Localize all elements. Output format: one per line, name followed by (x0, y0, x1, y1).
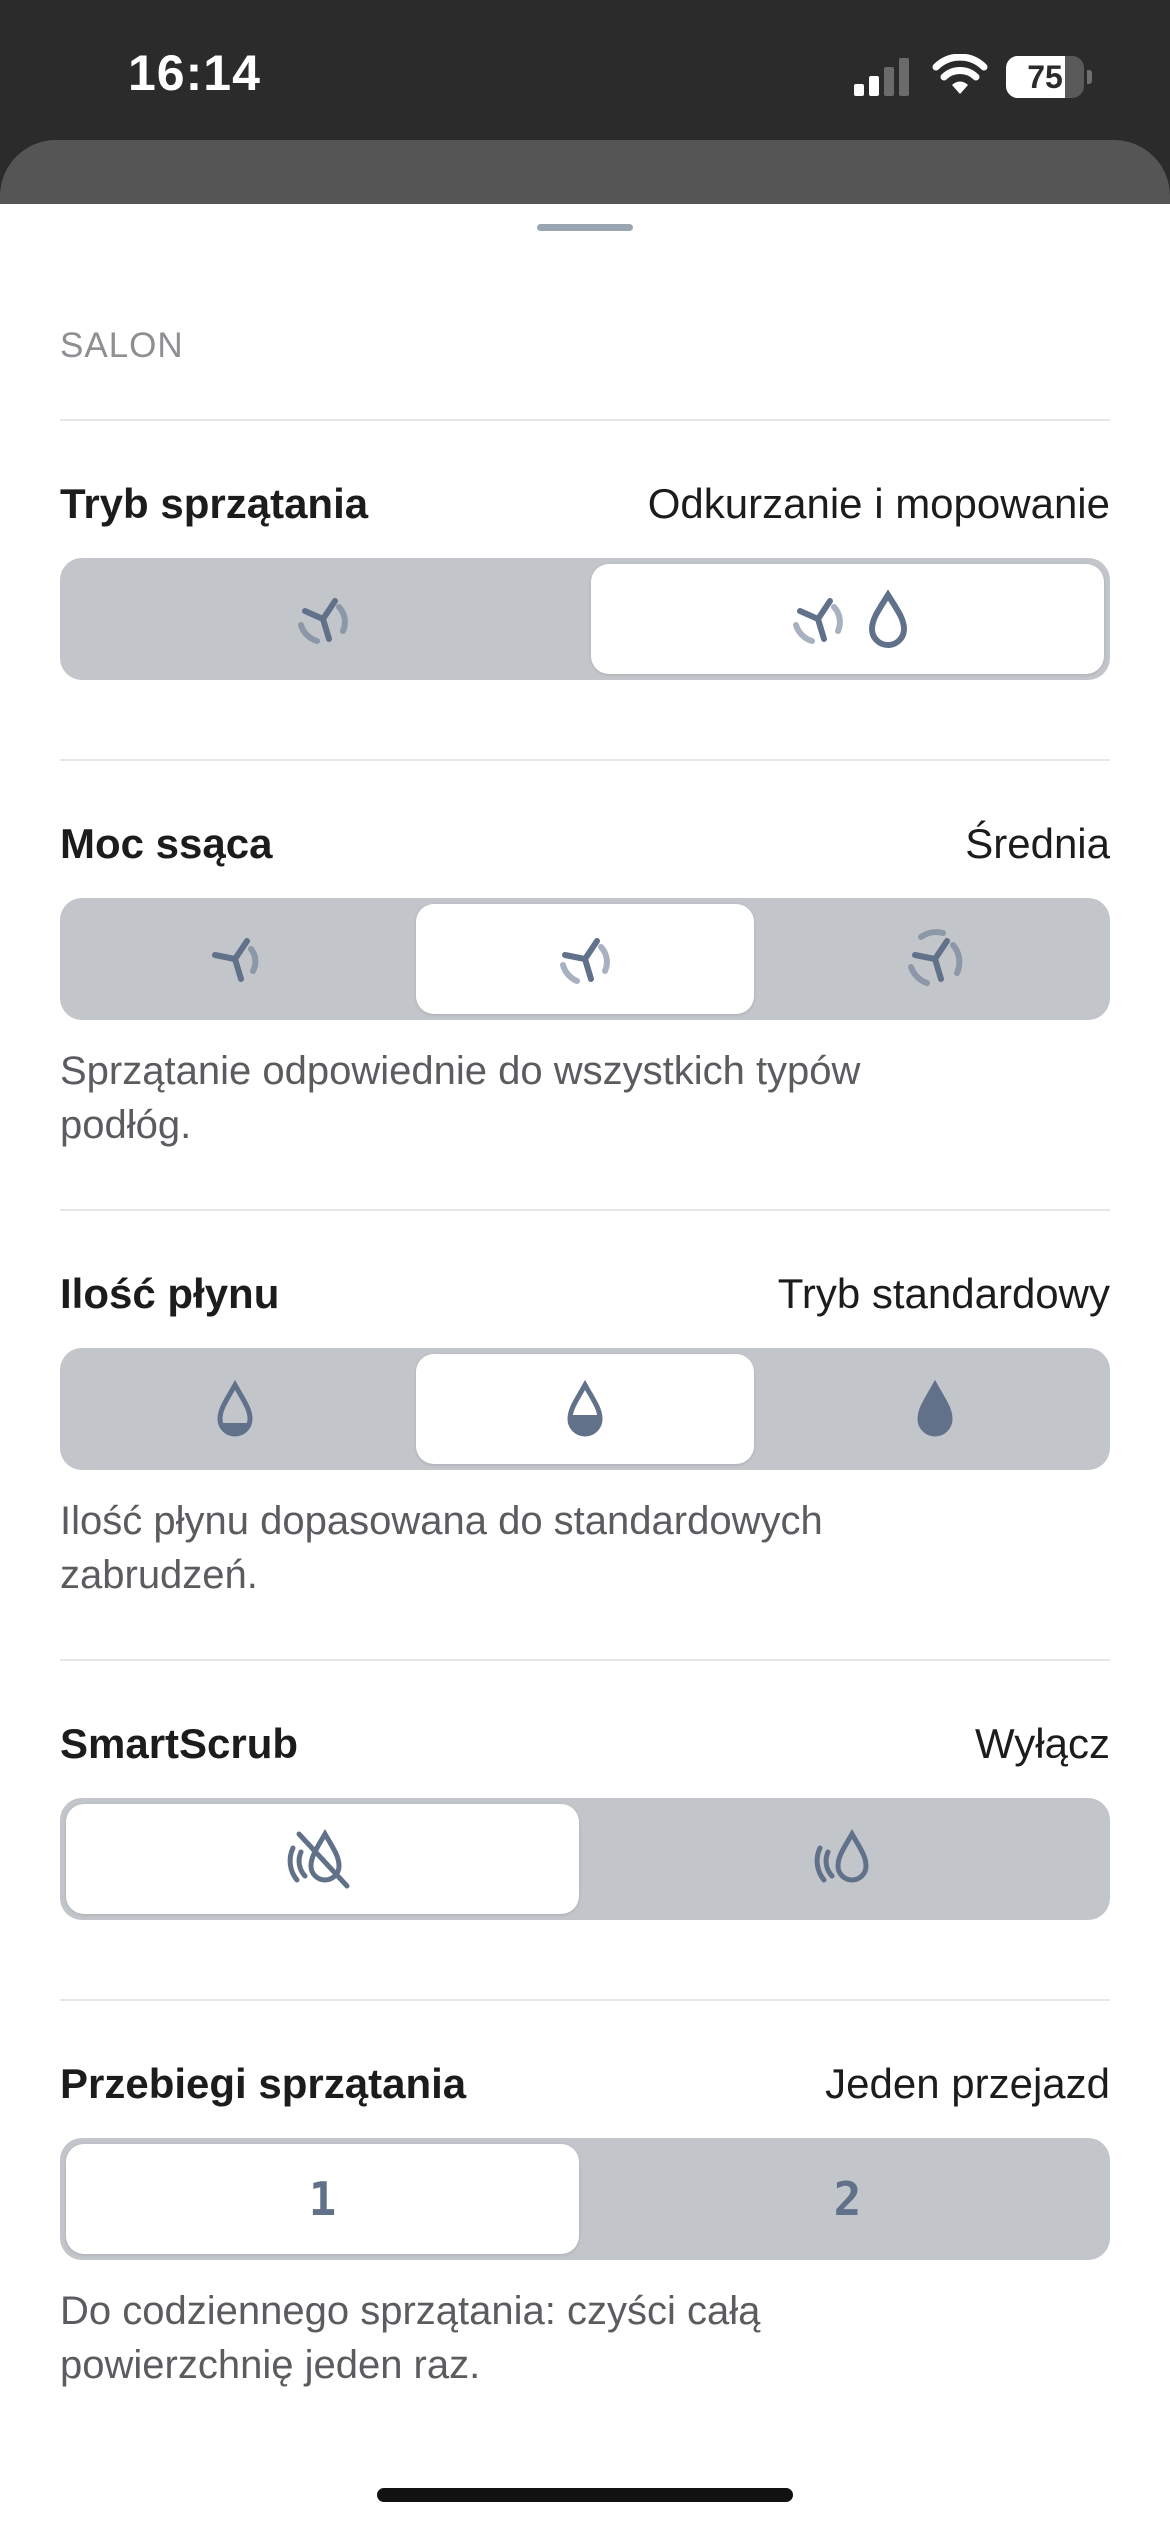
room-name: SALON (60, 326, 184, 365)
cleaning-passes-option-2[interactable]: 2 (585, 2138, 1110, 2260)
suction-low-icon (212, 938, 259, 982)
smartscrub-selector (60, 1798, 1110, 1920)
battery-icon: 75 (1006, 56, 1092, 98)
divider (60, 1999, 1110, 2001)
suction-power-value: Średnia (965, 820, 1110, 867)
smartscrub-on-icon (814, 1828, 869, 1883)
cleaning-mode-selector (60, 558, 1110, 680)
screen: 16:14 75 SALON Tryb sprzątania Odkurzani… (0, 0, 1170, 2532)
smartscrub-option-on[interactable] (585, 1798, 1110, 1920)
suction-power-selector (60, 898, 1110, 1020)
vacuum-icon (297, 598, 348, 644)
suction-power-title: Moc ssąca (60, 820, 273, 867)
room-settings-sheet: SALON Tryb sprzątania Odkurzanie i mopow… (0, 204, 1170, 2532)
suction-medium-icon (560, 938, 610, 984)
water-amount-description: Ilość płynu dopasowana do standardowych … (60, 1499, 823, 1597)
water-amount-value: Tryb standardowy (777, 1270, 1110, 1317)
smartscrub-title: SmartScrub (60, 1720, 299, 1767)
water-medium-icon (567, 1379, 603, 1437)
suction-power-option-high[interactable] (760, 898, 1110, 1020)
cleaning-passes-description: Do codziennego sprzątania: czyści całą p… (60, 2289, 761, 2387)
status-time: 16:14 (128, 45, 261, 101)
cleaning-mode-title: Tryb sprzątania (60, 480, 369, 527)
cleaning-passes-selector: 1 2 (60, 2138, 1110, 2260)
cleaning-mode-option-vacuum-and-mop[interactable] (585, 558, 1110, 680)
cleaning-mode-value: Odkurzanie i mopowanie (647, 480, 1110, 527)
divider (60, 419, 1110, 421)
water-amount-option-high[interactable] (760, 1348, 1110, 1470)
cleaning-passes-value: Jeden przejazd (825, 2060, 1110, 2107)
suction-power-option-medium[interactable] (410, 898, 760, 1020)
cleaning-passes-option-1[interactable]: 1 (60, 2138, 585, 2260)
divider (60, 759, 1110, 761)
home-indicator[interactable] (377, 2488, 793, 2502)
battery-level: 75 (1027, 59, 1063, 95)
smartscrub-off-icon (287, 1828, 349, 1889)
sheet-grabber[interactable] (537, 224, 633, 231)
water-amount-selector (60, 1348, 1110, 1470)
cleaning-passes-option-1-label: 1 (308, 2172, 337, 2226)
water-high-icon (917, 1379, 953, 1437)
smartscrub-option-off[interactable] (60, 1798, 585, 1920)
divider (60, 1659, 1110, 1661)
water-amount-option-low[interactable] (60, 1348, 410, 1470)
water-amount-title: Ilość płynu (60, 1270, 280, 1317)
cleaning-mode-option-vacuum[interactable] (60, 558, 585, 680)
divider (60, 1209, 1110, 1211)
cellular-signal-icon (854, 58, 909, 96)
cleaning-passes-title: Przebiegi sprzątania (60, 2060, 467, 2107)
smartscrub-value: Wyłącz (975, 1720, 1110, 1767)
water-low-icon (217, 1379, 253, 1437)
suction-power-option-low[interactable] (60, 898, 410, 1020)
cleaning-passes-option-2-label: 2 (833, 2172, 862, 2226)
wifi-icon (932, 54, 988, 94)
suction-high-icon (908, 929, 963, 986)
status-bar: 16:14 75 (0, 0, 1170, 140)
suction-power-description: Sprzątanie odpowiednie do wszystkich typ… (60, 1049, 861, 1147)
water-amount-option-medium[interactable] (410, 1348, 760, 1470)
vacuum-and-mop-icon (792, 589, 907, 648)
